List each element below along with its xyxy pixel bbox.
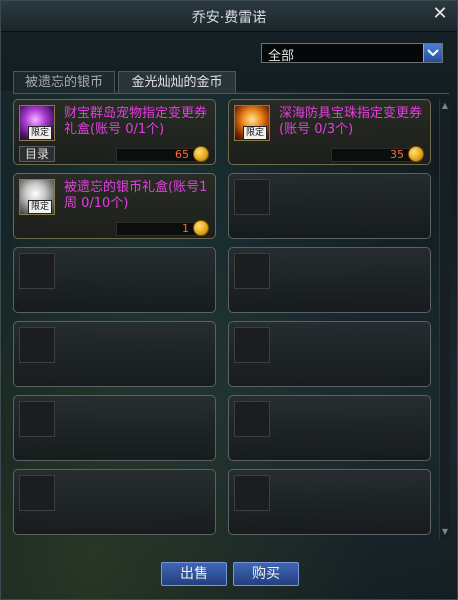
category-dropdown[interactable]: 全部 <box>261 43 443 64</box>
shop-item-slot[interactable]: 限定 深海防具宝珠指定变更券(账号 0/3个) 35 <box>228 99 431 165</box>
item-name: 深海防具宝珠指定变更券(账号 0/3个) <box>279 106 423 137</box>
tab-gold-coin[interactable]: 金光灿灿的金币 <box>118 71 236 93</box>
category-dropdown-value: 全部 <box>268 49 295 64</box>
empty-slot <box>228 395 431 461</box>
limited-badge: 限定 <box>243 126 267 140</box>
limited-badge: 限定 <box>28 126 52 140</box>
sell-button[interactable]: 出售 <box>161 562 227 586</box>
item-price: 65 <box>175 148 189 161</box>
shop-window: 乔安·费雷诺 ✕ 全部 被遗忘的银币 金光灿灿的金币 限定 财宝群岛宠物指定变更… <box>0 0 458 600</box>
empty-slot <box>13 321 216 387</box>
gold-coin-icon <box>193 220 209 236</box>
item-name: 被遗忘的银币礼盒(账号1周 0/10个) <box>64 180 208 211</box>
shop-item-slot[interactable]: 限定 被遗忘的银币礼盒(账号1周 0/10个) 1 <box>13 173 216 239</box>
empty-icon-box <box>234 327 270 363</box>
empty-slot <box>13 247 216 313</box>
silver-coin-box-icon: 限定 <box>19 179 55 215</box>
price-bar: 1 <box>116 220 209 236</box>
empty-icon-box <box>19 475 55 511</box>
shop-item-slot[interactable]: 限定 财宝群岛宠物指定变更券礼盒(账号 0/1个) 目录 65 <box>13 99 216 165</box>
gold-coin-icon <box>193 146 209 162</box>
limited-badge: 限定 <box>28 200 52 214</box>
window-title: 乔安·费雷诺 <box>191 10 267 26</box>
buy-button[interactable]: 购买 <box>233 562 299 586</box>
gold-coin-icon <box>408 146 424 162</box>
empty-slot <box>13 469 216 535</box>
empty-slot <box>228 321 431 387</box>
scroll-down-icon[interactable]: ▼ <box>441 527 449 537</box>
empty-icon-box <box>234 401 270 437</box>
orange-orb-icon: 限定 <box>234 105 270 141</box>
catalog-button[interactable]: 目录 <box>19 146 55 162</box>
tab-silver-coin[interactable]: 被遗忘的银币 <box>13 71 115 93</box>
scrollbar[interactable]: ▲ ▼ <box>439 99 450 539</box>
tab-divider <box>13 93 449 94</box>
scroll-up-icon[interactable]: ▲ <box>441 101 449 111</box>
item-name: 财宝群岛宠物指定变更券礼盒(账号 0/1个) <box>64 106 208 137</box>
price-bar: 35 <box>331 146 424 162</box>
empty-icon-box <box>234 475 270 511</box>
item-price: 35 <box>390 148 404 161</box>
close-icon[interactable]: ✕ <box>431 5 449 23</box>
title-bar[interactable]: 乔安·费雷诺 ✕ <box>1 1 457 32</box>
empty-slot <box>228 247 431 313</box>
empty-slot <box>228 469 431 535</box>
price-bar: 65 <box>116 146 209 162</box>
purple-gem-box-icon: 限定 <box>19 105 55 141</box>
empty-icon-box <box>19 327 55 363</box>
item-price: 1 <box>182 222 189 235</box>
empty-icon-box <box>234 179 270 215</box>
chevron-down-icon[interactable] <box>423 44 442 62</box>
empty-icon-box <box>19 401 55 437</box>
empty-icon-box <box>234 253 270 289</box>
empty-slot <box>228 173 431 239</box>
empty-icon-box <box>19 253 55 289</box>
empty-slot <box>13 395 216 461</box>
